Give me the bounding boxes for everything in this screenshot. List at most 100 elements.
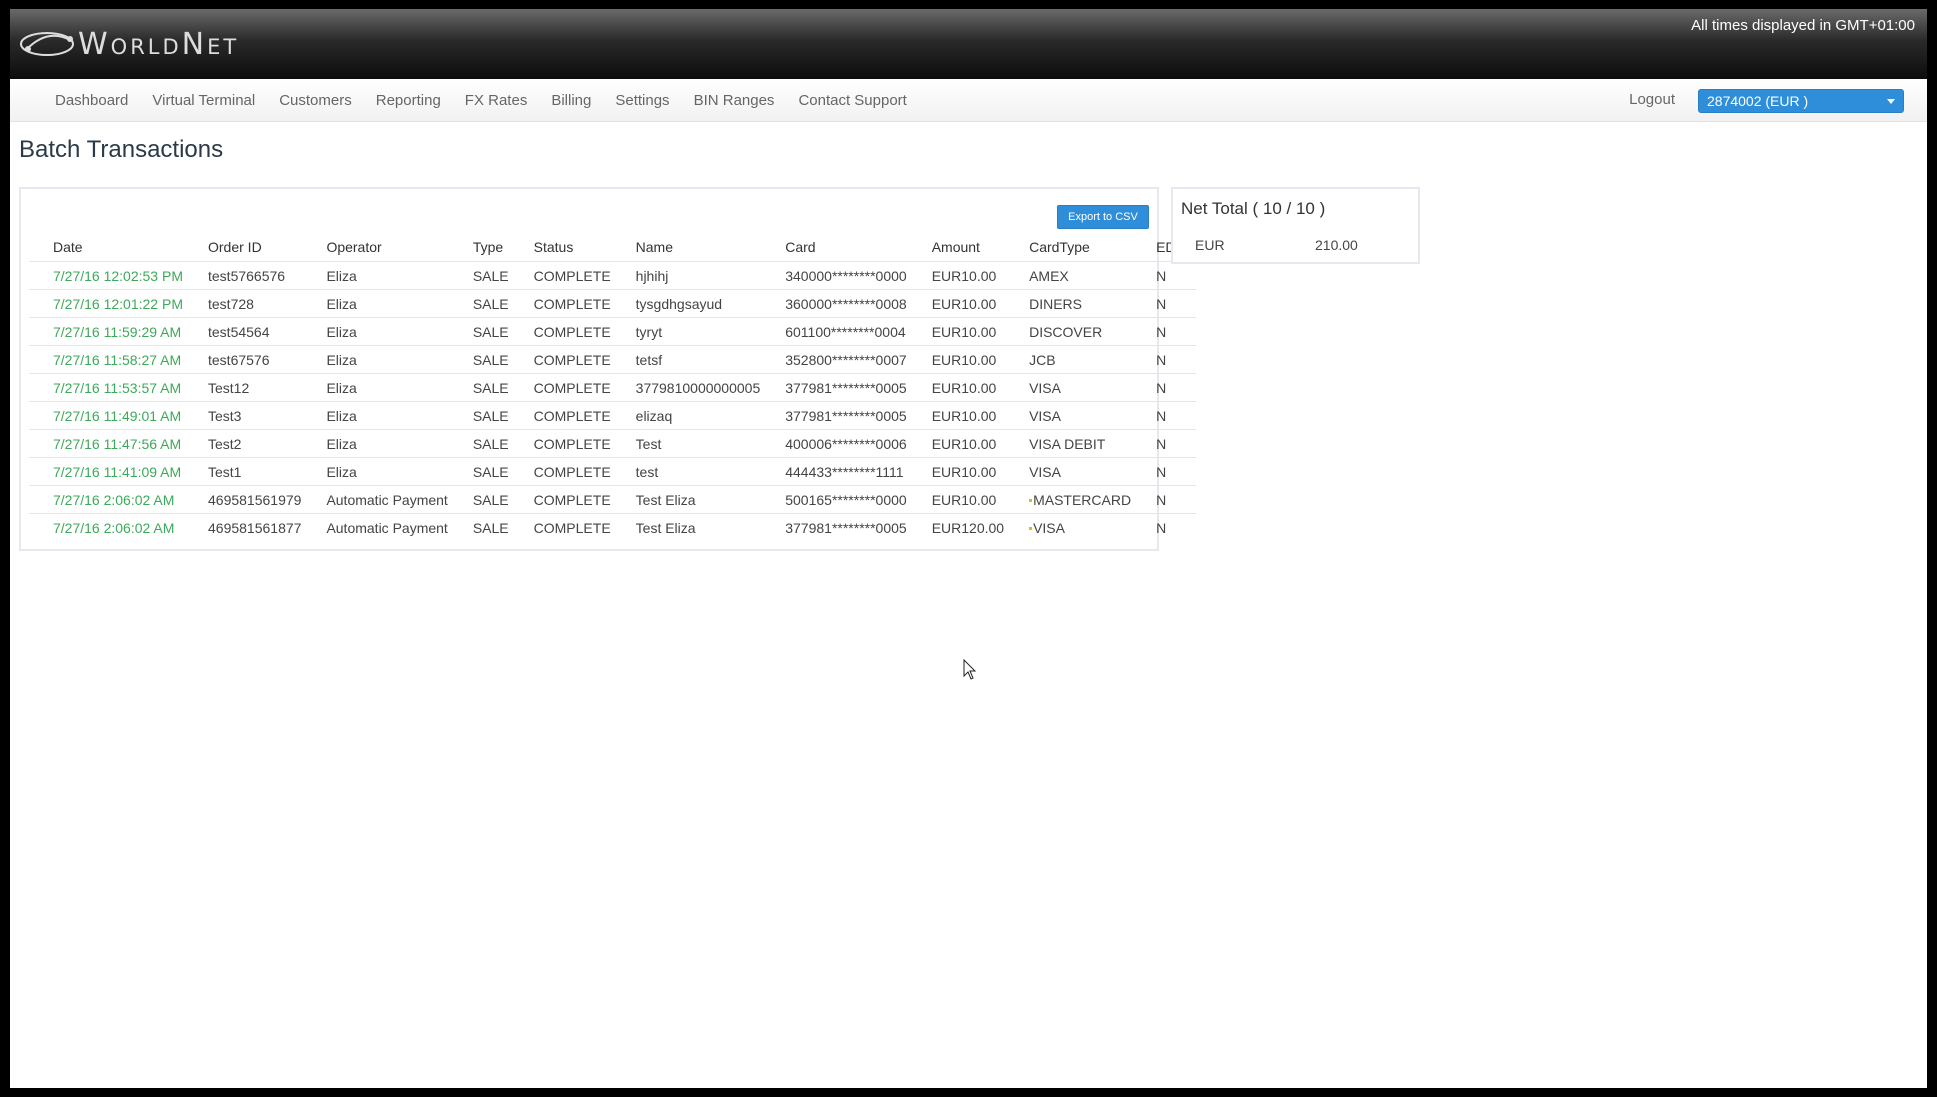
- export-csv-button[interactable]: Export to CSV: [1057, 205, 1149, 229]
- cell-date[interactable]: 7/27/16 11:49:01 AM: [29, 401, 183, 430]
- nav-item-contact-support[interactable]: Contact Support: [798, 92, 906, 109]
- cell-date[interactable]: 7/27/16 11:47:56 AM: [29, 429, 183, 458]
- cell-name: 3779810000000005: [610, 373, 761, 402]
- cell-date[interactable]: 7/27/16 11:59:29 AM: [29, 317, 183, 346]
- cell-status: COMPLETE: [508, 457, 611, 486]
- transactions-table: Date Order ID Operator Type Status Name Card Am…: [29, 233, 1196, 541]
- cell-amount: EUR10.00: [906, 485, 1005, 514]
- cell-card: 377981********0005: [760, 373, 907, 402]
- cell-operator: Eliza: [301, 345, 448, 374]
- cell-date[interactable]: 7/27/16 12:02:53 PM: [29, 261, 183, 290]
- cell-card: 352800********0007: [760, 345, 907, 374]
- cell-card: 360000********0008: [760, 289, 907, 318]
- cell-operator: Eliza: [301, 429, 448, 458]
- cell-amount: EUR10.00: [906, 289, 1005, 318]
- cell-cardtype: DISCOVER: [1004, 317, 1132, 346]
- cell-order-id: test54564: [183, 317, 302, 346]
- cell-amount: EUR120.00: [906, 513, 1005, 541]
- cell-date[interactable]: 7/27/16 2:06:02 AM: [29, 485, 183, 514]
- cell-edcc: N: [1131, 317, 1196, 346]
- table-header-row: Date Order ID Operator Type Status Name Card Am…: [29, 233, 1196, 262]
- table-row[interactable]: 7/27/16 2:06:02 AM 469581561979 Automatic …: [29, 485, 1196, 514]
- cell-order-id: 469581561877: [183, 513, 302, 541]
- cell-card: 340000********0000: [760, 261, 907, 290]
- cell-status: COMPLETE: [508, 317, 611, 346]
- cell-name: Test Eliza: [610, 513, 761, 541]
- cell-type: SALE: [447, 429, 509, 458]
- nav-item-reporting[interactable]: Reporting: [376, 92, 441, 109]
- table-row[interactable]: 7/27/16 11:47:56 AM Test2 Eliza SALE COMPLET…: [29, 429, 1196, 458]
- cell-type: SALE: [447, 317, 509, 346]
- cell-type: SALE: [447, 485, 509, 514]
- cell-cardtype: VISA: [1004, 373, 1132, 402]
- cell-edcc: N: [1131, 485, 1196, 514]
- chevron-down-icon: [1887, 99, 1895, 104]
- column-header-cardtype: CardType: [1029, 239, 1090, 255]
- cell-amount: EUR10.00: [906, 317, 1005, 346]
- nav-item-virtual-terminal[interactable]: Virtual Terminal: [152, 92, 255, 109]
- table-row[interactable]: 7/27/16 12:02:53 PM test5766576 Eliza SALE C…: [29, 261, 1196, 290]
- nav-item-fx-rates[interactable]: FX Rates: [465, 92, 528, 109]
- cell-date[interactable]: 7/27/16 11:41:09 AM: [29, 457, 183, 486]
- cell-cardtype: VISA: [1004, 457, 1132, 486]
- cell-date[interactable]: 7/27/16 12:01:22 PM: [29, 289, 183, 318]
- cell-type: SALE: [447, 373, 509, 402]
- column-header-status: Status: [533, 239, 574, 255]
- column-header-card: Card: [785, 239, 816, 255]
- cell-operator: Eliza: [301, 401, 448, 430]
- merchant-account-select[interactable]: 2874002 (EUR ): [1698, 89, 1904, 113]
- cell-status: COMPLETE: [508, 429, 611, 458]
- nav-item-settings[interactable]: Settings: [615, 92, 669, 109]
- table-row[interactable]: 7/27/16 11:53:57 AM Test12 Eliza SALE COMPLE…: [29, 373, 1196, 402]
- cell-type: SALE: [447, 401, 509, 430]
- cell-edcc: N: [1131, 373, 1196, 402]
- app-window: WorldNet All times displayed in GMT+01:0…: [10, 9, 1927, 1088]
- cell-edcc: N: [1131, 513, 1196, 541]
- cell-name: tyryt: [610, 317, 761, 346]
- cell-type: SALE: [447, 457, 509, 486]
- cell-edcc: N: [1131, 289, 1196, 318]
- cell-order-id: test67576: [183, 345, 302, 374]
- nav-item-bin-ranges[interactable]: BIN Ranges: [694, 92, 775, 109]
- cell-date[interactable]: 7/27/16 2:06:02 AM: [29, 513, 183, 541]
- nav-item-dashboard[interactable]: Dashboard: [55, 92, 128, 109]
- cell-name: test: [610, 457, 761, 486]
- merchant-account-value: 2874002 (EUR ): [1707, 93, 1809, 109]
- cell-status: COMPLETE: [508, 261, 611, 290]
- cell-amount: EUR10.00: [906, 345, 1005, 374]
- cell-amount: EUR10.00: [906, 429, 1005, 458]
- nav-item-billing[interactable]: Billing: [551, 92, 591, 109]
- logout-link[interactable]: Logout: [1629, 91, 1675, 108]
- cell-edcc: N: [1131, 457, 1196, 486]
- column-header-type: Type: [472, 239, 504, 255]
- cell-cardtype: VISA: [1004, 401, 1132, 430]
- cell-name: elizaq: [610, 401, 761, 430]
- net-total-currency: EUR: [1195, 237, 1225, 253]
- cell-order-id: test728: [183, 289, 302, 318]
- table-row[interactable]: 7/27/16 11:49:01 AM Test3 Eliza SALE COMPLET…: [29, 401, 1196, 430]
- cell-date[interactable]: 7/27/16 11:53:57 AM: [29, 373, 183, 402]
- flag-icon: [1029, 499, 1033, 503]
- cell-name: hjhihj: [610, 261, 761, 290]
- cell-name: tysgdhgsayud: [610, 289, 761, 318]
- column-header-amount: Amount: [931, 239, 980, 255]
- cell-operator: Eliza: [301, 457, 448, 486]
- table-row[interactable]: 7/27/16 11:59:29 AM test54564 Eliza SALE COM…: [29, 317, 1196, 346]
- cell-order-id: 469581561979: [183, 485, 302, 514]
- table-row[interactable]: 7/27/16 11:41:09 AM Test1 Eliza SALE COMPLET…: [29, 457, 1196, 486]
- table-row[interactable]: 7/27/16 11:58:27 AM test67576 Eliza SALE COM…: [29, 345, 1196, 374]
- nav-menu: Dashboard Virtual Terminal Customers Report…: [55, 79, 931, 121]
- cell-amount: EUR10.00: [906, 457, 1005, 486]
- worldnet-logo[interactable]: WorldNet: [18, 24, 239, 64]
- cell-order-id: Test1: [183, 457, 302, 486]
- brand-name: WorldNet: [78, 26, 240, 62]
- table-row[interactable]: 7/27/16 12:01:22 PM test728 Eliza SALE COMPL…: [29, 289, 1196, 318]
- cell-amount: EUR10.00: [906, 261, 1005, 290]
- cell-date[interactable]: 7/27/16 11:58:27 AM: [29, 345, 183, 374]
- mouse-cursor-icon: [963, 659, 977, 680]
- table-row[interactable]: 7/27/16 2:06:02 AM 469581561877 Automatic …: [29, 513, 1196, 541]
- nav-item-customers[interactable]: Customers: [279, 92, 352, 109]
- net-total-amount: 210.00: [1315, 237, 1358, 253]
- table-body: 7/27/16 12:02:53 PM test5766576 Eliza SALE C…: [29, 261, 1196, 541]
- cell-operator: Eliza: [301, 317, 448, 346]
